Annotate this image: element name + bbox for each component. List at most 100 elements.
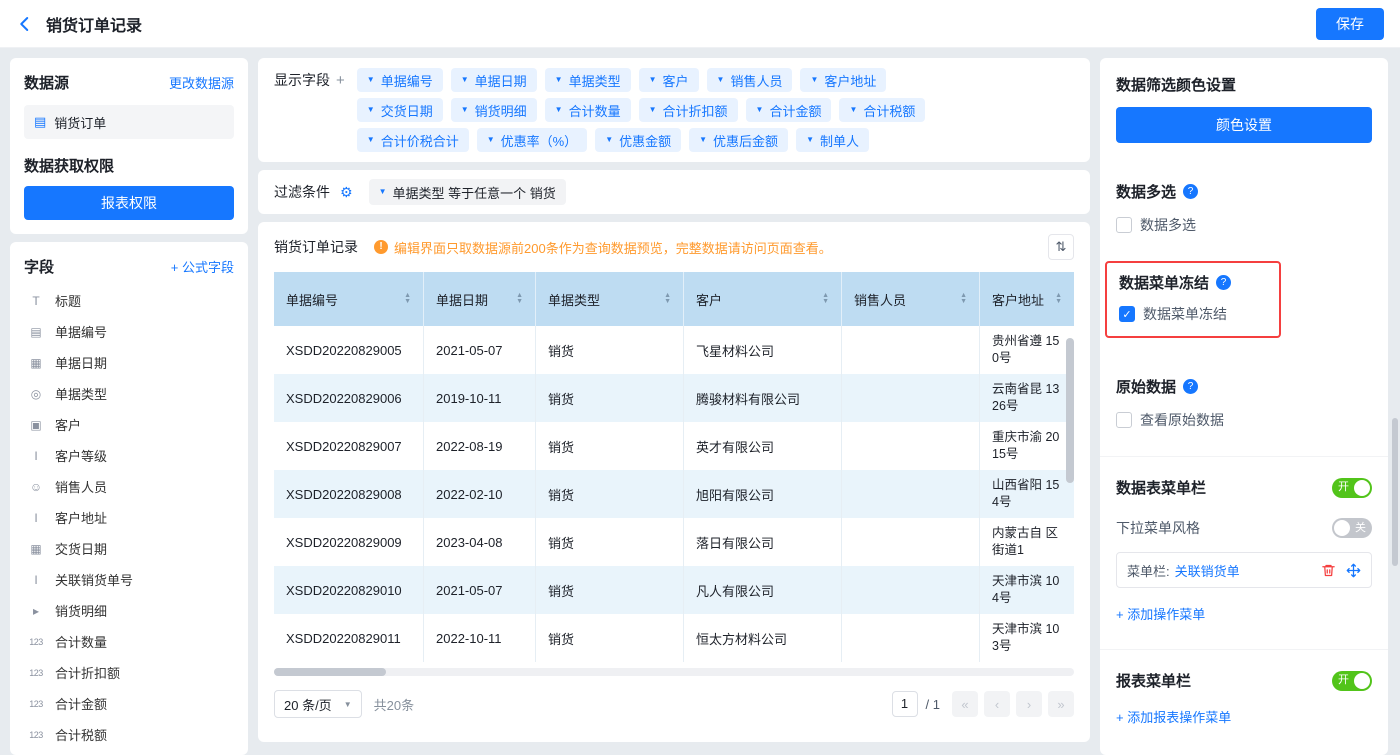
- multiselect-checkbox-row[interactable]: 数据多选: [1116, 215, 1372, 235]
- display-field-chip[interactable]: ▼客户: [639, 68, 699, 92]
- table-row[interactable]: XSDD202208290092023-04-08销货落日有限公司内蒙古自 区街…: [274, 518, 1074, 566]
- divider: [1100, 649, 1388, 650]
- field-item[interactable]: ▣客户: [24, 409, 234, 440]
- field-item[interactable]: ☺销售人员: [24, 471, 234, 502]
- left-panel: 数据源 更改数据源 ▤ 销货订单 数据获取权限 报表权限 字段 + 公式字段 T…: [10, 58, 248, 755]
- add-action-menu-link[interactable]: + 添加操作菜单: [1116, 604, 1372, 623]
- change-datasource-link[interactable]: 更改数据源: [169, 73, 234, 92]
- add-formula-field-link[interactable]: + 公式字段: [171, 257, 234, 276]
- display-field-chip[interactable]: ▼合计价税合计: [357, 128, 469, 152]
- checkbox-unchecked-icon[interactable]: [1116, 217, 1132, 233]
- table-row[interactable]: XSDD202208290112022-10-11销货恒太方材料公司天津市滨 1…: [274, 614, 1074, 662]
- table-menubar-toggle[interactable]: 开: [1332, 478, 1372, 498]
- display-field-chip[interactable]: ▼客户地址: [800, 68, 886, 92]
- raw-data-checkbox-row[interactable]: 查看原始数据: [1116, 410, 1372, 430]
- field-item[interactable]: ▦单据日期: [24, 347, 234, 378]
- field-item[interactable]: ▦交货日期: [24, 533, 234, 564]
- table-menubar-title: 数据表菜单栏: [1116, 477, 1206, 498]
- add-report-menu-link[interactable]: + 添加报表操作菜单: [1116, 707, 1372, 726]
- checkbox-checked-icon[interactable]: ✓: [1119, 306, 1135, 322]
- dropdown-style-toggle[interactable]: 关: [1332, 518, 1372, 538]
- menu-item[interactable]: 菜单栏: 关联销货单: [1116, 552, 1372, 588]
- display-field-chip[interactable]: ▼销货明细: [451, 98, 537, 122]
- field-item[interactable]: I客户地址: [24, 502, 234, 533]
- chevron-down-icon: ▼: [344, 700, 352, 709]
- display-field-chip[interactable]: ▼合计金额: [746, 98, 832, 122]
- column-header[interactable]: 客户地址▲▼: [980, 272, 1074, 326]
- person-icon: ☺: [26, 480, 46, 494]
- display-field-chip[interactable]: ▼单据日期: [451, 68, 537, 92]
- back-button[interactable]: [16, 15, 34, 33]
- field-item[interactable]: ▤单据编号: [24, 316, 234, 347]
- checkbox-unchecked-icon[interactable]: [1116, 412, 1132, 428]
- display-field-chip[interactable]: ▼合计折扣额: [639, 98, 738, 122]
- column-sorter[interactable]: ▲▼: [1055, 293, 1062, 305]
- table-row[interactable]: XSDD202208290062019-10-11销货腾骏材料有限公司云南省昆 …: [274, 374, 1074, 422]
- freeze-checkbox-row[interactable]: ✓ 数据菜单冻结: [1119, 304, 1267, 324]
- add-display-field-icon[interactable]: +: [336, 72, 345, 89]
- column-sorter[interactable]: ▲▼: [664, 293, 671, 305]
- column-sorter[interactable]: ▲▼: [516, 293, 523, 305]
- datasource-item[interactable]: ▤ 销货订单: [24, 105, 234, 139]
- display-field-chip[interactable]: ▼优惠金额: [595, 128, 681, 152]
- table-cell: [842, 614, 980, 662]
- sort-desc-icon: ▼: [960, 299, 967, 305]
- nav-next-button[interactable]: ›: [1016, 691, 1042, 717]
- help-icon[interactable]: ?: [1216, 275, 1231, 290]
- sort-toggle-button[interactable]: ⇅: [1048, 234, 1074, 260]
- column-header[interactable]: 客户▲▼: [684, 272, 842, 326]
- nav-prev-button[interactable]: ‹: [984, 691, 1010, 717]
- chip-label: 单据类型: [569, 71, 621, 90]
- display-field-chip[interactable]: ▼合计数量: [545, 98, 631, 122]
- field-item[interactable]: ◎单据类型: [24, 378, 234, 409]
- scrollbar-thumb[interactable]: [274, 668, 386, 676]
- table-row[interactable]: XSDD202208290082022-02-10销货旭阳有限公司山西省阳 15…: [274, 470, 1074, 518]
- column-sorter[interactable]: ▲▼: [404, 293, 411, 305]
- report-menubar-toggle[interactable]: 开: [1332, 671, 1372, 691]
- field-item[interactable]: 123合计数量: [24, 626, 234, 657]
- page-scrollbar[interactable]: [1392, 418, 1398, 566]
- field-item[interactable]: 123合计税额: [24, 719, 234, 750]
- nav-last-button[interactable]: »: [1048, 691, 1074, 717]
- chevron-down-icon: ▼: [605, 136, 613, 144]
- color-settings-button[interactable]: 颜色设置: [1116, 107, 1372, 143]
- help-icon[interactable]: ?: [1183, 184, 1198, 199]
- display-field-chip[interactable]: ▼单据类型: [545, 68, 631, 92]
- page-size-select[interactable]: 20 条/页 ▼: [274, 690, 362, 718]
- field-item[interactable]: 123合计金额: [24, 688, 234, 719]
- field-item[interactable]: I客户等级: [24, 440, 234, 471]
- field-item[interactable]: 123合计折扣额: [24, 657, 234, 688]
- display-field-chip[interactable]: ▼制单人: [796, 128, 869, 152]
- column-sorter[interactable]: ▲▼: [822, 293, 829, 305]
- display-field-chip[interactable]: ▼优惠后金额: [689, 128, 788, 152]
- nav-first-button[interactable]: «: [952, 691, 978, 717]
- gear-icon[interactable]: ⚙: [340, 184, 353, 201]
- filter-condition-chip[interactable]: ▼ 单据类型 等于任意一个 销货: [369, 179, 566, 205]
- report-permission-button[interactable]: 报表权限: [24, 186, 234, 220]
- field-item[interactable]: ▸销货明细: [24, 595, 234, 626]
- table-vertical-scrollbar[interactable]: [1066, 338, 1074, 483]
- display-field-chip[interactable]: ▼合计税额: [839, 98, 925, 122]
- table-horizontal-scrollbar[interactable]: [274, 668, 1074, 676]
- column-header[interactable]: 单据编号▲▼: [274, 272, 424, 326]
- menu-item-value[interactable]: 关联销货单: [1175, 561, 1316, 580]
- display-field-chip[interactable]: ▼优惠率（%）: [477, 128, 587, 152]
- move-icon[interactable]: [1346, 563, 1361, 578]
- current-page-input[interactable]: 1: [892, 691, 918, 717]
- field-item[interactable]: I关联销货单号: [24, 564, 234, 595]
- column-header[interactable]: 单据日期▲▼: [424, 272, 536, 326]
- display-field-chip[interactable]: ▼交货日期: [357, 98, 443, 122]
- field-label: 客户: [55, 415, 81, 434]
- column-header[interactable]: 单据类型▲▼: [536, 272, 684, 326]
- column-sorter[interactable]: ▲▼: [960, 293, 967, 305]
- save-button[interactable]: 保存: [1316, 8, 1384, 40]
- display-field-chip[interactable]: ▼单据编号: [357, 68, 443, 92]
- trash-icon[interactable]: [1321, 563, 1336, 578]
- display-field-chip[interactable]: ▼销售人员: [707, 68, 793, 92]
- table-row[interactable]: XSDD202208290052021-05-07销货飞星材料公司贵州省遵 15…: [274, 326, 1074, 374]
- table-row[interactable]: XSDD202208290072022-08-19销货英才有限公司重庆市渝 20…: [274, 422, 1074, 470]
- column-header[interactable]: 销售人员▲▼: [842, 272, 980, 326]
- table-row[interactable]: XSDD202208290102021-05-07销货凡人有限公司天津市滨 10…: [274, 566, 1074, 614]
- help-icon[interactable]: ?: [1183, 379, 1198, 394]
- field-item[interactable]: T标题: [24, 285, 234, 316]
